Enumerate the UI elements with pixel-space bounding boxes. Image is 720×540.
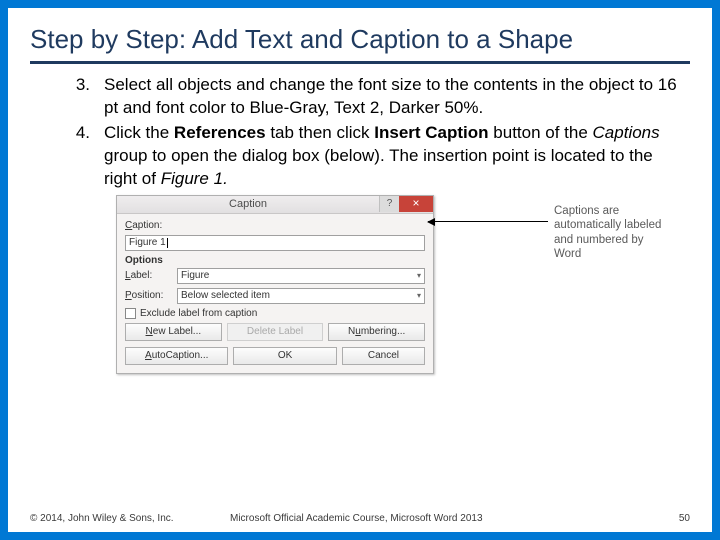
footer-course: Microsoft Official Academic Course, Micr… (230, 513, 679, 524)
position-label: Position: (125, 290, 177, 301)
footer: © 2014, John Wiley & Sons, Inc. Microsof… (30, 513, 690, 524)
label-select[interactable]: Figure ▾ (177, 268, 425, 284)
slide-title: Step by Step: Add Text and Caption to a … (30, 24, 690, 64)
step-4: 4. Click the References tab then click I… (74, 122, 690, 191)
options-label: Options (125, 255, 425, 266)
step-text: Click the References tab then click Inse… (104, 122, 690, 191)
label-value: Figure (181, 269, 209, 283)
footer-page: 50 (679, 513, 690, 524)
slide: Step by Step: Add Text and Caption to a … (0, 0, 720, 540)
annotation-arrow (428, 221, 548, 222)
dialog-title: Caption (117, 198, 379, 210)
annotation-text: Captions are automatically labeled and n… (554, 204, 672, 262)
caption-label: Caption: (125, 220, 177, 231)
position-value: Below selected item (181, 289, 270, 303)
step-number: 3. (74, 74, 104, 120)
dialog-body: Caption: Figure 1 Options Label: Figure … (117, 214, 433, 373)
autocaption-button[interactable]: AutoCaption... (125, 347, 228, 365)
checkbox-icon (125, 308, 136, 319)
cancel-button[interactable]: Cancel (342, 347, 425, 365)
caption-dialog: Caption ? × Caption: Figure 1 Options La… (116, 195, 434, 374)
step-3: 3. Select all objects and change the fon… (74, 74, 690, 120)
numbering-button[interactable]: Numbering... (328, 323, 425, 341)
chevron-down-icon: ▾ (417, 289, 421, 303)
footer-copyright: © 2014, John Wiley & Sons, Inc. (30, 513, 230, 524)
dialog-titlebar: Caption ? × (117, 196, 433, 214)
label-label: Label: (125, 270, 177, 281)
ok-button[interactable]: OK (233, 347, 336, 365)
exclude-checkbox[interactable]: Exclude label from caption (125, 308, 425, 319)
close-icon[interactable]: × (399, 196, 433, 212)
new-label-button[interactable]: New Label... (125, 323, 222, 341)
figure-wrap: Caption ? × Caption: Figure 1 Options La… (116, 195, 690, 374)
caption-input[interactable]: Figure 1 (125, 235, 425, 251)
help-icon[interactable]: ? (379, 196, 399, 212)
chevron-down-icon: ▾ (417, 269, 421, 283)
position-select[interactable]: Below selected item ▾ (177, 288, 425, 304)
step-number: 4. (74, 122, 104, 191)
step-list: 3. Select all objects and change the fon… (30, 74, 690, 191)
caption-value: Figure 1 (129, 236, 166, 250)
exclude-label: Exclude label from caption (140, 308, 257, 319)
delete-label-button: Delete Label (227, 323, 324, 341)
step-text: Select all objects and change the font s… (104, 74, 690, 120)
